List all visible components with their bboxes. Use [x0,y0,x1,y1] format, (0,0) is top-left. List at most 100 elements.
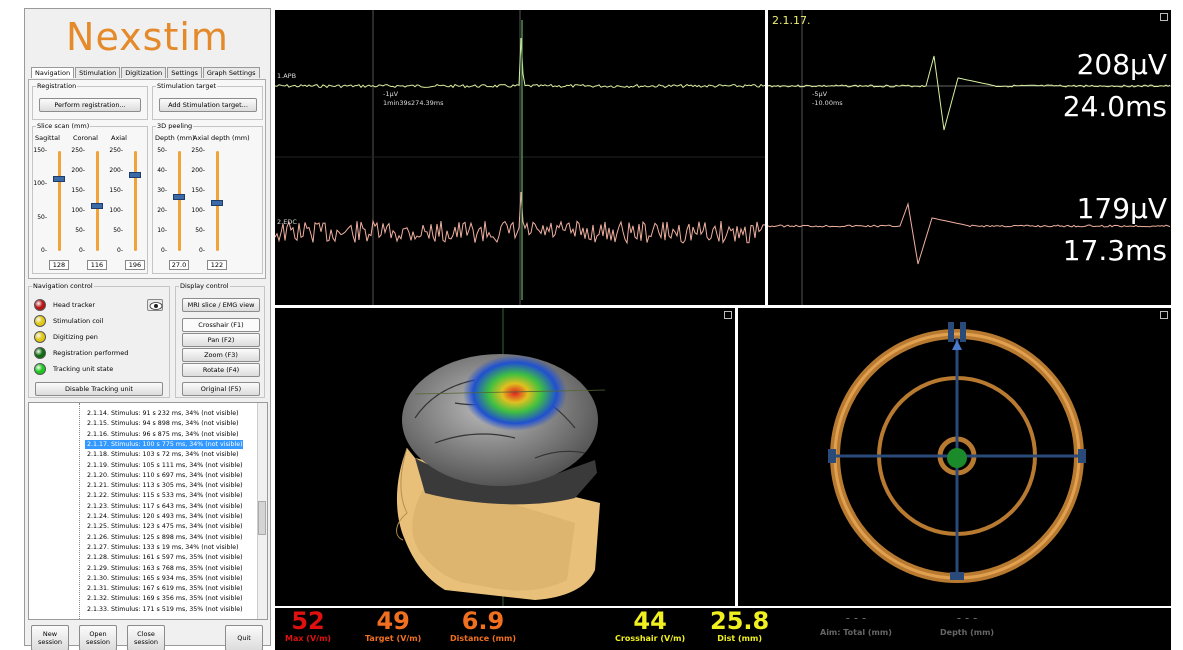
rotate-button[interactable]: Rotate (F4) [182,363,260,377]
tab-settings[interactable]: Settings [167,67,202,78]
stimulus-list-item[interactable]: 2.1.19. Stimulus: 105 s 111 ms, 34% (not… [85,461,243,470]
status-led-icon [34,299,46,311]
mri-slice-emg-view-button[interactable]: MRI slice / EMG view [182,298,260,312]
status-led-label: Head tracker [53,301,96,309]
tab-graph-settings[interactable]: Graph Settings [202,67,260,78]
tab-navigation[interactable]: Navigation [31,67,75,78]
list-scrollbar-thumb[interactable] [258,501,266,535]
slider-tick-label: 50- [195,227,205,234]
peel-slider-value[interactable]: 27.0 [169,260,189,270]
slice-slider-value[interactable]: 196 [125,260,145,270]
cursor-time: 1min39s274.39ms [383,99,444,107]
stimulus-list-item[interactable]: 2.1.27. Stimulus: 133 s 19 ms, 34% (not … [85,543,239,552]
apb-latency: 24.0ms [1062,90,1167,123]
status-led-label: Digitizing pen [53,333,98,341]
pan-button[interactable]: Pan (F2) [182,333,260,347]
stimulus-tree-list[interactable]: 2.1.14. Stimulus: 91 s 232 ms, 34% (not … [28,402,268,620]
slider-track[interactable] [178,151,181,251]
slider-thumb[interactable] [211,200,223,206]
stimulus-list-item[interactable]: 2.1.14. Stimulus: 91 s 232 ms, 34% (not … [85,409,239,418]
stimulus-list-item[interactable]: 2.1.16. Stimulus: 96 s 875 ms, 34% (not … [85,430,239,439]
peel-slider-value[interactable]: 122 [207,260,227,270]
zoom-button[interactable]: Zoom (F3) [182,348,260,362]
slider-tick-label: 0- [79,247,85,254]
add-stimulation-target-button[interactable]: Add Stimulation target... [159,98,257,112]
channel1-label: 1.APB [277,72,297,80]
tab-stimulation[interactable]: Stimulation [75,67,121,78]
slider-thumb[interactable] [129,172,141,178]
slider-tick-label: 250- [71,147,85,154]
slider-tick-label: 150- [191,187,205,194]
stimulus-list-item[interactable]: 2.1.30. Stimulus: 165 s 934 ms, 35% (not… [85,574,243,583]
status-readout: - - - Depth (mm) [940,608,994,637]
slice-slider-value[interactable]: 128 [49,260,69,270]
status-readout: - - - Aim: Total (mm) [820,608,892,637]
slice-slider[interactable] [47,149,71,255]
maximize-icon[interactable] [724,311,732,319]
tab-digitization[interactable]: Digitization [121,67,167,78]
nexstim-logo: Nexstim [66,15,229,59]
emg-response-view[interactable]: 2.1.17. -5µV -10.00ms 208µV 24.0ms 179µV… [768,10,1171,305]
aiming-target-view[interactable] [738,308,1171,606]
status-readout: 52 Max (V/m) [285,608,331,643]
disable-tracking-unit-button[interactable]: Disable Tracking unit [35,382,163,396]
stimulus-list-item[interactable]: 2.1.31. Stimulus: 167 s 619 ms, 35% (not… [85,584,243,593]
slider-thumb[interactable] [53,176,65,182]
slice-slider-label: Axial [111,134,127,142]
stimulus-list-item[interactable]: 2.1.23. Stimulus: 117 s 643 ms, 34% (not… [85,502,243,511]
slice-slider[interactable] [85,149,109,255]
slider-thumb[interactable] [173,194,185,200]
response-cursor-time: -10.00ms [812,99,843,107]
stimulus-list-item[interactable]: 2.1.17. Stimulus: 100 s 775 ms, 34% (not… [85,439,243,449]
slider-tick-label: 20- [157,207,167,214]
stimulation-target-label: Stimulation target [156,82,218,90]
status-label: Depth (mm) [940,628,995,637]
maximize-icon[interactable] [1160,311,1168,319]
stimulus-list-item[interactable]: 2.1.33. Stimulus: 171 s 519 ms, 35% (not… [85,605,243,614]
eye-icon[interactable] [147,299,163,311]
status-value: 44 [633,607,667,635]
stimulus-list-item[interactable]: 2.1.26. Stimulus: 125 s 898 ms, 34% (not… [85,533,243,542]
slice-slider-label: Coronal [73,134,98,142]
peel-slider[interactable] [167,149,191,255]
slider-tick-label: 100- [109,207,123,214]
new-session-button[interactable]: New session [31,625,69,650]
stimulus-list-item[interactable]: 2.1.28. Stimulus: 161 s 597 ms, 35% (not… [85,553,243,562]
perform-registration-button[interactable]: Perform registration... [39,98,141,112]
status-led-label: Registration performed [53,349,129,357]
status-value: 6.9 [461,607,505,635]
close-session-button[interactable]: Close session [127,625,165,650]
list-scrollbar[interactable] [257,403,267,619]
stimulus-list-item[interactable]: 2.1.22. Stimulus: 115 s 533 ms, 34% (not… [85,491,243,500]
apb-amplitude: 208µV [1076,48,1167,81]
slider-tick-label: 100- [71,207,85,214]
3d-head-view[interactable] [275,308,735,606]
slice-slider-value[interactable]: 116 [87,260,107,270]
slice-slider[interactable] [123,149,147,255]
slider-thumb[interactable] [91,203,103,209]
status-led-icon [34,363,46,375]
maximize-icon[interactable] [1160,13,1168,21]
peel-slider[interactable] [205,149,229,255]
slider-track[interactable] [58,151,61,251]
stimulus-list-item[interactable]: 2.1.24. Stimulus: 120 s 493 ms, 34% (not… [85,512,243,521]
navigation-tab-page: Registration Perform registration... Sti… [28,79,266,279]
stimulus-list-item[interactable]: 2.1.15. Stimulus: 94 s 898 ms, 34% (not … [85,419,239,428]
slider-tick-label: 50- [157,147,167,154]
stimulus-list-item[interactable]: 2.1.25. Stimulus: 123 s 475 ms, 34% (not… [85,522,243,531]
display-control-group: Display control MRI slice / EMG view Cro… [175,282,265,398]
crosshair-button[interactable]: Crosshair (F1) [182,318,260,332]
stimulus-list-item[interactable]: 2.1.32. Stimulus: 169 s 356 ms, 35% (not… [85,594,243,603]
stimulus-list-item[interactable]: 2.1.21. Stimulus: 113 s 305 ms, 34% (not… [85,481,243,490]
quit-button[interactable]: Quit [225,625,263,650]
stimulus-list-item[interactable]: 2.1.20. Stimulus: 110 s 697 ms, 34% (not… [85,471,243,480]
stimulus-list-item[interactable]: 2.1.29. Stimulus: 163 s 768 ms, 35% (not… [85,564,243,573]
status-label: Target (V/m) [365,634,422,643]
original-button[interactable]: Original (F5) [182,382,260,396]
open-session-button[interactable]: Open session [79,625,117,650]
slider-track[interactable] [96,151,99,251]
slider-track[interactable] [134,151,137,251]
stimulus-list-item[interactable]: 2.1.18. Stimulus: 103 s 72 ms, 34% (not … [85,450,239,459]
emg-main-view[interactable]: 1.APB 2.EDC -1µV 1min39s274.39ms [275,10,765,305]
registration-group: Registration Perform registration... [32,82,148,120]
